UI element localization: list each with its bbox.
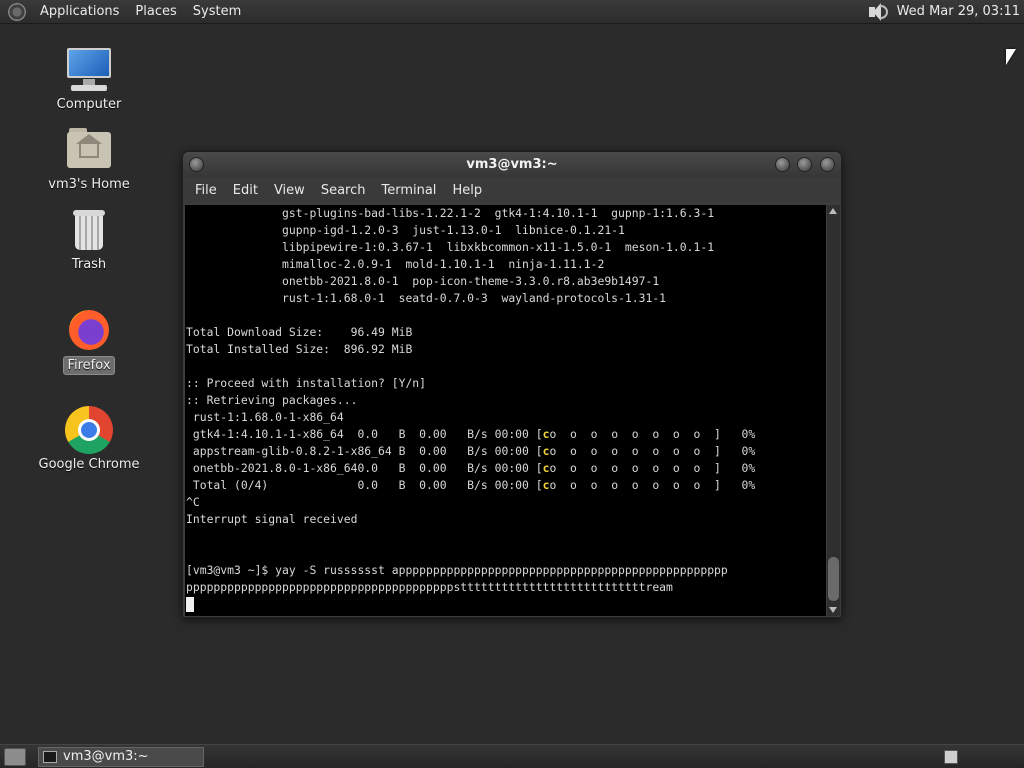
download-progress-row: appstream-glib-0.8.2-1-x86_64 B 0.00 B/s… (186, 444, 756, 458)
taskbar-item-terminal[interactable]: vm3@vm3:~ (38, 746, 204, 767)
terminal-line: Total Installed Size: 896.92 MiB (186, 342, 413, 356)
scrollbar-thumb[interactable] (828, 557, 839, 601)
scroll-down-arrow-icon[interactable] (829, 607, 837, 613)
scroll-up-arrow-icon[interactable] (829, 208, 837, 214)
terminal-icon (43, 750, 57, 763)
menu-terminal[interactable]: Terminal (373, 183, 444, 198)
os-logo-icon[interactable] (8, 2, 26, 21)
terminal-line: :: Proceed with installation? [Y/n] (186, 376, 427, 390)
terminal-line: gupnp-igd-1.2.0-3 just-1.13.0-1 libnice-… (186, 223, 625, 237)
text-cursor (186, 597, 194, 612)
volume-icon[interactable] (867, 1, 889, 23)
menu-edit[interactable]: Edit (225, 183, 266, 198)
terminal-line: rust-1:1.68.0-1-x86_64 (186, 410, 344, 424)
menu-view[interactable]: View (266, 183, 313, 198)
terminal-line: ^C (186, 495, 200, 509)
menu-system[interactable]: System (185, 4, 249, 19)
menu-file[interactable]: File (187, 183, 225, 198)
top-panel: Applications Places System Wed Mar 29, 0… (0, 0, 1024, 24)
terminal-line: onetbb-2021.8.0-1 pop-icon-theme-3.3.0.r… (186, 274, 660, 288)
desktop-icon-home[interactable]: vm3's Home (34, 126, 144, 193)
window-title: vm3@vm3:~ (466, 157, 558, 172)
terminal-line: ppppppppppppppppppppppppppppppppppppppps… (186, 580, 673, 594)
workspace-switcher[interactable] (944, 749, 958, 764)
desktop-icon-label: vm3's Home (48, 177, 130, 192)
desktop-icon-label: Trash (71, 257, 107, 272)
desktop-icon-trash[interactable]: Trash (34, 206, 144, 273)
home-folder-icon (65, 126, 113, 174)
menu-search[interactable]: Search (313, 183, 374, 198)
mouse-pointer-icon (1006, 49, 1016, 65)
bottom-panel: vm3@vm3:~ (0, 744, 1024, 768)
close-button[interactable] (820, 157, 835, 172)
desktop-icon-label: Google Chrome (38, 457, 140, 472)
minimize-button[interactable] (775, 157, 790, 172)
desktop-icon-computer[interactable]: Computer (34, 46, 144, 113)
terminal-line: Total Download Size: 96.49 MiB (186, 325, 413, 339)
firefox-icon (65, 306, 113, 354)
terminal-menubar: File Edit View Search Terminal Help (183, 177, 841, 203)
clock[interactable]: Wed Mar 29, 03:11 (897, 4, 1024, 19)
terminal-line: rust-1:1.68.0-1 seatd-0.7.0-3 wayland-pr… (186, 291, 667, 305)
terminal-line: Interrupt signal received (186, 512, 358, 526)
terminal-text: gst-plugins-bad-libs-1.22.1-2 gtk4-1:4.1… (185, 205, 826, 613)
menu-places[interactable]: Places (127, 4, 184, 19)
computer-icon (65, 46, 113, 94)
terminal-line: libpipewire-1:0.3.67-1 libxkbcommon-x11-… (186, 240, 715, 254)
window-titlebar[interactable]: vm3@vm3:~ (183, 152, 841, 177)
desktop-icon-firefox[interactable]: Firefox (34, 306, 144, 375)
terminal-output[interactable]: gst-plugins-bad-libs-1.22.1-2 gtk4-1:4.1… (185, 205, 826, 616)
show-desktop-icon[interactable] (4, 747, 26, 766)
terminal-line: mimalloc-2.0.9-1 mold-1.10.1-1 ninja-1.1… (186, 257, 605, 271)
taskbar-item-label: vm3@vm3:~ (63, 749, 149, 764)
trash-icon (65, 206, 113, 254)
desktop-icon-label: Firefox (63, 356, 115, 375)
terminal-line: [vm3@vm3 ~]$ yay -S russsssst appppppppp… (186, 563, 728, 577)
terminal-window[interactable]: vm3@vm3:~ File Edit View Search Terminal… (182, 151, 842, 618)
download-progress-row: gtk4-1:4.10.1-1-x86_64 0.0 B 0.00 B/s 00… (186, 427, 756, 441)
download-progress-row: Total (0/4) 0.0 B 0.00 B/s 00:00 [co o o… (186, 478, 756, 492)
terminal-scrollbar[interactable] (827, 205, 840, 616)
chrome-icon (65, 406, 113, 454)
menu-help[interactable]: Help (444, 183, 490, 198)
terminal-line: :: Retrieving packages... (186, 393, 358, 407)
menu-applications[interactable]: Applications (32, 4, 127, 19)
desktop-icon-chrome[interactable]: Google Chrome (34, 406, 144, 473)
maximize-button[interactable] (797, 157, 812, 172)
desktop-icon-label: Computer (56, 97, 122, 112)
panel-tray: Wed Mar 29, 03:11 (867, 1, 1024, 23)
download-progress-row: onetbb-2021.8.0-1-x86_640.0 B 0.00 B/s 0… (186, 461, 756, 475)
terminal-line: gst-plugins-bad-libs-1.22.1-2 gtk4-1:4.1… (186, 206, 715, 220)
prompt-cursor-line (186, 596, 826, 613)
